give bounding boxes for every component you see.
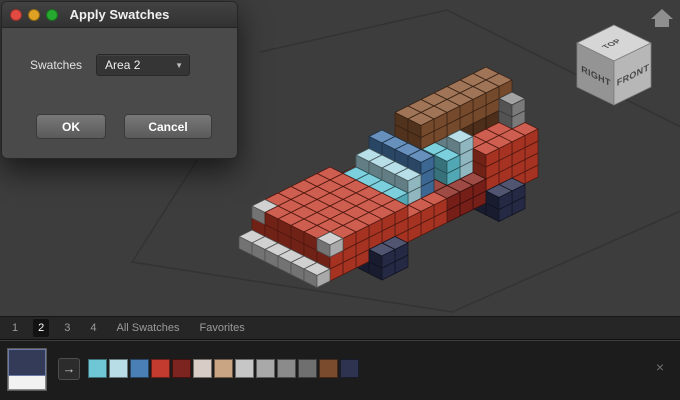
tab-2[interactable]: 2: [33, 319, 49, 337]
dialog-buttons: OK Cancel: [36, 114, 212, 139]
swatch-12[interactable]: [319, 359, 338, 378]
tab-favorites[interactable]: Favorites: [194, 319, 249, 337]
view-cube[interactable]: TOP RIGHT FRONT: [577, 25, 651, 105]
swatches-field-row: Swatches Area 2 ▼: [30, 54, 190, 76]
active-color-top[interactable]: [8, 349, 46, 376]
tab-all-swatches[interactable]: All Swatches: [112, 319, 185, 337]
swatch-4[interactable]: [151, 359, 170, 378]
swatch-3[interactable]: [130, 359, 149, 378]
swatch-row: [88, 359, 359, 378]
swatch-7[interactable]: [214, 359, 233, 378]
apply-swatches-dialog: Apply Swatches Swatches Area 2 ▼ OK Canc…: [1, 1, 238, 159]
minimize-traffic-light[interactable]: [28, 9, 40, 21]
tab-1[interactable]: 1: [7, 319, 23, 337]
zoom-traffic-light[interactable]: [46, 9, 58, 21]
swatches-label: Swatches: [30, 58, 82, 72]
swatch-5[interactable]: [172, 359, 191, 378]
swatch-9[interactable]: [256, 359, 275, 378]
close-traffic-light[interactable]: [10, 9, 22, 21]
home-icon[interactable]: [651, 9, 673, 27]
swatches-dropdown[interactable]: Area 2 ▼: [96, 54, 190, 76]
active-color-well[interactable]: [7, 348, 47, 391]
close-icon[interactable]: ×: [656, 360, 664, 374]
swatch-10[interactable]: [277, 359, 296, 378]
swatch-1[interactable]: [88, 359, 107, 378]
cancel-button[interactable]: Cancel: [124, 114, 212, 139]
tab-3[interactable]: 3: [59, 319, 75, 337]
dropdown-value: Area 2: [105, 58, 140, 72]
dialog-titlebar[interactable]: Apply Swatches: [2, 2, 237, 28]
swatch-tabs-bar: 1234 All Swatches Favorites: [0, 316, 680, 340]
apply-arrow-button[interactable]: →: [58, 358, 80, 380]
swatch-8[interactable]: [235, 359, 254, 378]
ok-button[interactable]: OK: [36, 114, 106, 139]
swatch-palette-bar: → ×: [0, 341, 680, 400]
tab-4[interactable]: 4: [85, 319, 101, 337]
swatch-13[interactable]: [340, 359, 359, 378]
swatch-2[interactable]: [109, 359, 128, 378]
swatch-6[interactable]: [193, 359, 212, 378]
chevron-down-icon: ▼: [175, 61, 183, 70]
voxel-model-car[interactable]: [239, 67, 538, 288]
app-window: TOP RIGHT FRONT Apply Swatches Swatches …: [0, 0, 680, 400]
dialog-title: Apply Swatches: [70, 7, 170, 22]
swatch-11[interactable]: [298, 359, 317, 378]
active-color-bottom[interactable]: [8, 376, 46, 390]
